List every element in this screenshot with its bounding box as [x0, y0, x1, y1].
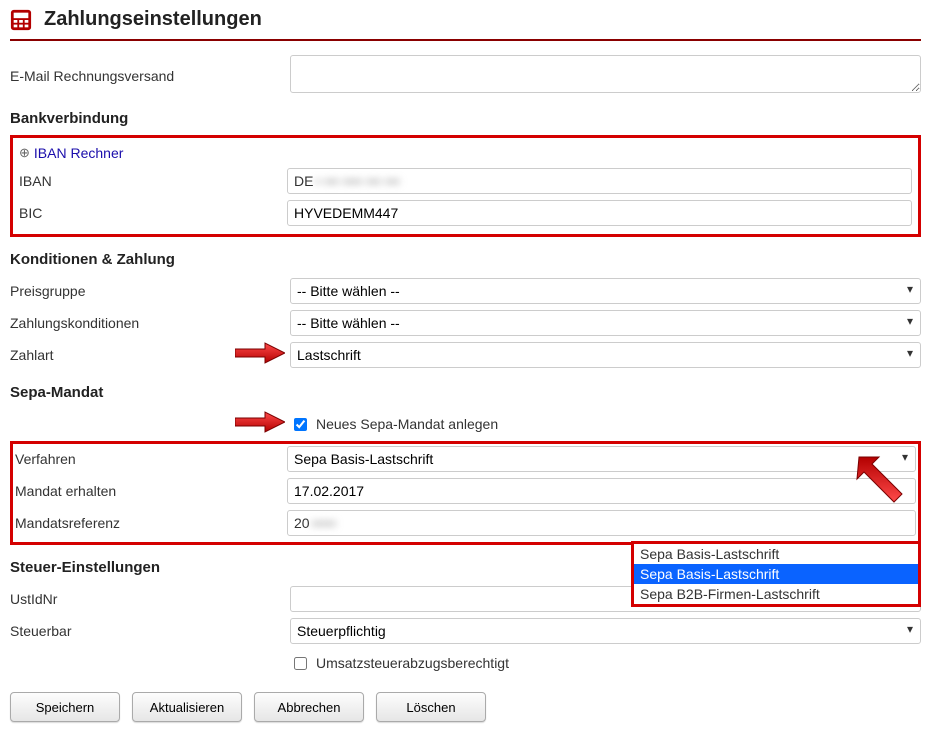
mandatsreferenz-label: Mandatsreferenz — [15, 511, 287, 535]
steuerbar-label: Steuerbar — [10, 619, 290, 643]
iban-input[interactable]: DE • ••• •••• ••• ••• — [287, 168, 912, 194]
email-textarea[interactable] — [290, 55, 921, 93]
umsatzsteuer-checkbox[interactable] — [294, 657, 307, 670]
neues-sepa-checkbox[interactable] — [294, 418, 307, 431]
mandat-erhalten-label: Mandat erhalten — [15, 479, 287, 503]
mandat-erhalten-input[interactable] — [287, 478, 916, 504]
zahlungskonditionen-label: Zahlungskonditionen — [10, 311, 290, 335]
mandatsreferenz-redacted: ••••• — [312, 515, 337, 531]
iban-calculator-link[interactable]: IBAN Rechner — [19, 145, 123, 161]
zahlungskonditionen-select[interactable]: -- Bitte wählen -- — [290, 310, 921, 336]
sepa-heading: Sepa-Mandat — [10, 384, 921, 401]
verfahren-option[interactable]: Sepa B2B-Firmen-Lastschrift — [634, 584, 918, 604]
umsatzsteuer-label: Umsatzsteuerabzugsberechtigt — [316, 655, 509, 671]
verfahren-option[interactable]: Sepa Basis-Lastschrift — [634, 544, 918, 564]
mandatsreferenz-input[interactable]: 20 ••••• — [287, 510, 916, 536]
verfahren-select[interactable]: Sepa Basis-Lastschrift — [287, 446, 916, 472]
preisgruppe-label: Preisgruppe — [10, 279, 290, 303]
app-icon — [10, 9, 32, 31]
bank-heading: Bankverbindung — [10, 110, 921, 127]
page-title: Zahlungseinstellungen — [44, 8, 262, 31]
preisgruppe-select[interactable]: -- Bitte wählen -- — [290, 278, 921, 304]
empty-label-2 — [10, 659, 290, 667]
iban-prefix: DE — [294, 173, 313, 189]
verfahren-option-selected[interactable]: Sepa Basis-Lastschrift — [634, 564, 918, 584]
bic-label: BIC — [19, 201, 287, 225]
konditionen-heading: Konditionen & Zahlung — [10, 251, 921, 268]
verfahren-options-popup: Sepa Basis-Lastschrift Sepa Basis-Lastsc… — [631, 541, 921, 607]
bic-input[interactable] — [287, 200, 912, 226]
zahlart-label: Zahlart — [10, 343, 290, 367]
email-row: E-Mail Rechnungsversand — [10, 55, 921, 96]
iban-label: IBAN — [19, 169, 287, 193]
mandatsreferenz-prefix: 20 — [294, 515, 310, 531]
empty-label — [10, 420, 290, 428]
email-label: E-Mail Rechnungsversand — [10, 64, 290, 88]
title-bar: Zahlungseinstellungen — [10, 6, 921, 41]
zahlart-select[interactable]: Lastschrift — [290, 342, 921, 368]
iban-redacted: • ••• •••• ••• ••• — [315, 173, 399, 189]
sepa-highlight-box: Verfahren Sepa Basis-Lastschrift Mandat … — [10, 441, 921, 545]
bank-highlight-box: IBAN Rechner IBAN DE • ••• •••• ••• ••• … — [10, 135, 921, 237]
steuerbar-select[interactable]: Steuerpflichtig — [290, 618, 921, 644]
ustid-label: UstIdNr — [10, 587, 290, 611]
verfahren-label: Verfahren — [15, 447, 287, 471]
neues-sepa-label: Neues Sepa-Mandat anlegen — [316, 416, 498, 432]
